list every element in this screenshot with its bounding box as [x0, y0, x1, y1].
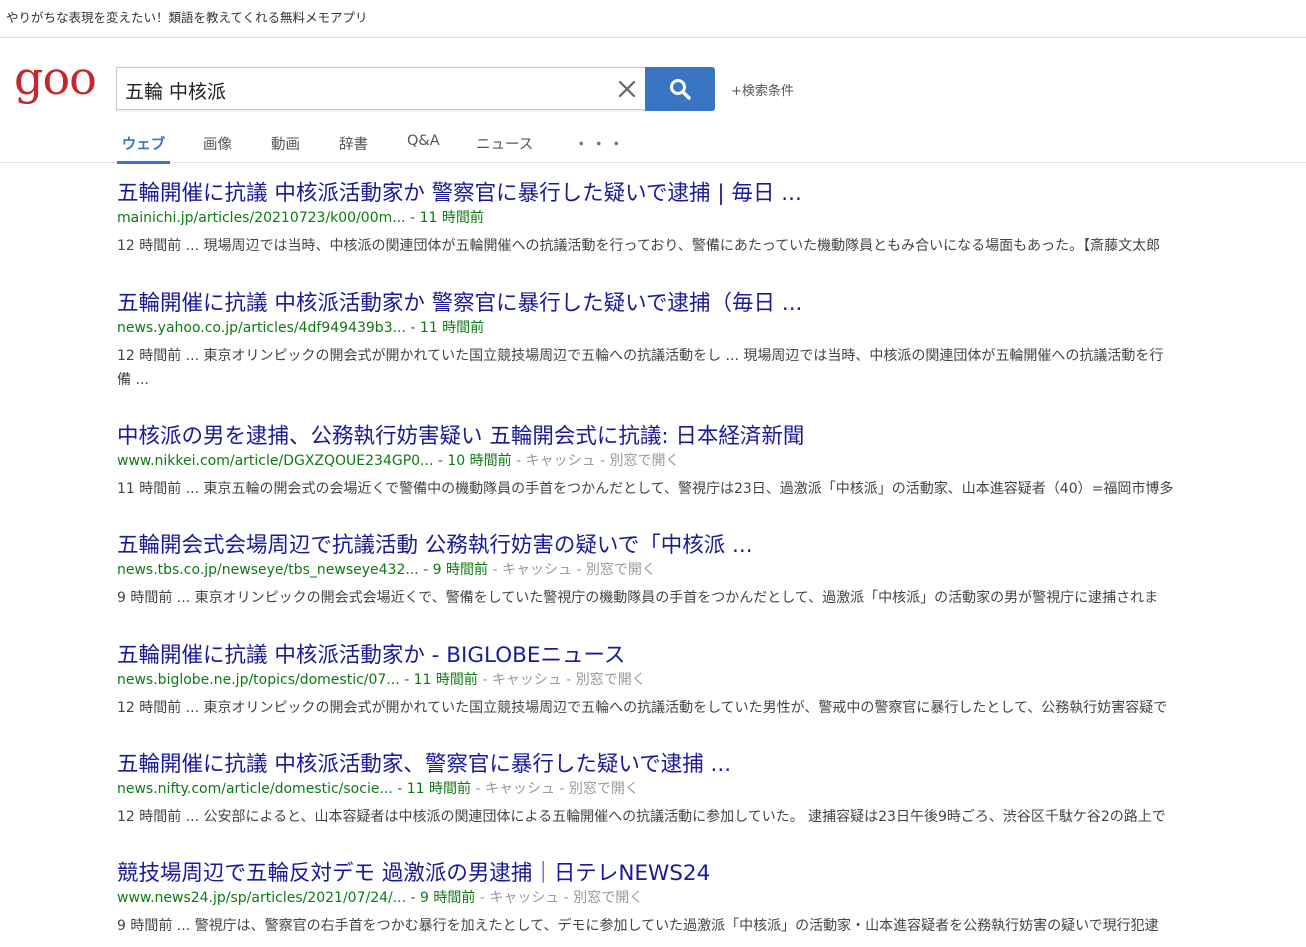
- top-bar: やりがちな表現を変えたい！類語を教えてくれる無料メモアプリ: [0, 0, 1306, 38]
- advanced-search-link[interactable]: +検索条件: [731, 80, 794, 99]
- result-url-line: news.tbs.co.jp/newseye/tbs_newseye432...…: [117, 560, 1306, 582]
- result-snippet: 9 時間前 ... 警視庁は、警察官の右手首をつかむ暴行を加えたとして、デモに参…: [117, 914, 1306, 938]
- result-age: 9 時間前: [432, 562, 489, 578]
- search-result: 五輪開催に抗議 中核派活動家、警察官に暴行した疑いで逮捕 ... news.ni…: [117, 751, 1306, 829]
- result-age: 11 時間前: [406, 781, 472, 797]
- result-age: 9 時間前: [420, 890, 476, 906]
- result-snippet-line: 12 時間前 ... 現場周辺では当時、中核派の関連団体が五輪開催への抗議活動を…: [117, 238, 1161, 254]
- result-title[interactable]: 五輪開催に抗議 中核派活動家か 警察官に暴行した疑いで逮捕（毎日 ...: [117, 290, 1306, 318]
- result-url-line: news.nifty.com/article/domestic/socie...…: [117, 779, 1306, 801]
- result-title[interactable]: 五輪開催に抗議 中核派活動家、警察官に暴行した疑いで逮捕 ...: [117, 751, 1306, 779]
- result-url: www.nikkei.com/article/DGXZQOUE234GP0...: [117, 453, 434, 469]
- search-result: 競技場周辺で五輪反対デモ 過激派の男逮捕｜日テレNEWS24 www.news2…: [117, 860, 1306, 938]
- result-snippet-line: 9 時間前 ... 警視庁は、警察官の右手首をつかむ暴行を加えたとして、デモに参…: [117, 918, 1159, 934]
- tab-qa[interactable]: Q&A: [407, 133, 440, 161]
- result-url-line: news.biglobe.ne.jp/topics/domestic/07...…: [117, 670, 1306, 692]
- result-title[interactable]: 五輪開催に抗議 中核派活動家か 警察官に暴行した疑いで逮捕 | 毎日 ...: [117, 180, 1306, 208]
- goo-logo[interactable]: goo: [14, 58, 104, 114]
- result-title[interactable]: 競技場周辺で五輪反対デモ 過激派の男逮捕｜日テレNEWS24: [117, 860, 1306, 888]
- result-snippet-line: 12 時間前 ... 東京オリンピックの開会式が開かれていた国立競技場周辺で五輪…: [117, 348, 1164, 364]
- result-url: news.yahoo.co.jp/articles/4df949439b3...: [117, 320, 406, 336]
- search-icon: [670, 79, 691, 100]
- tab-videos[interactable]: 動画: [271, 133, 300, 161]
- result-snippet-line: 12 時間前 ... 東京オリンピックの開会式が開かれていた国立競技場周辺で五輪…: [117, 700, 1168, 716]
- result-title[interactable]: 五輪開会式会場周辺で抗議活動 公務執行妨害の疑いで「中核派 ...: [117, 532, 1306, 560]
- result-url-line: www.nikkei.com/article/DGXZQOUE234GP0...…: [117, 451, 1306, 473]
- result-url: www.news24.jp/sp/articles/2021/07/24/...: [117, 890, 407, 906]
- search-result: 五輪開会式会場周辺で抗議活動 公務執行妨害の疑いで「中核派 ... news.t…: [117, 532, 1306, 610]
- result-cache-links[interactable]: - キャッシュ - 別窓で開く: [475, 890, 643, 906]
- tab-web[interactable]: ウェブ: [117, 133, 170, 164]
- result-snippet: 12 時間前 ... 公安部によると、山本容疑者は中核派の関連団体による五輪開催…: [117, 805, 1306, 829]
- search-input[interactable]: [123, 74, 607, 106]
- search-box: [116, 67, 646, 110]
- search-result: 五輪開催に抗議 中核派活動家か 警察官に暴行した疑いで逮捕 | 毎日 ... m…: [117, 180, 1306, 258]
- result-snippet-line: 11 時間前 ... 東京五輪の開会式の会場近くで警備中の機動隊員の手首をつかん…: [117, 481, 1174, 497]
- tab-dictionary[interactable]: 辞書: [339, 133, 368, 161]
- result-url-line: news.yahoo.co.jp/articles/4df949439b3...…: [117, 318, 1306, 340]
- result-cache-links[interactable]: - キャッシュ - 別窓で開く: [471, 781, 638, 797]
- result-title[interactable]: 中核派の男を逮捕、公務執行妨害疑い 五輪開会式に抗議: 日本経済新聞: [117, 423, 1306, 451]
- tab-images[interactable]: 画像: [203, 133, 232, 161]
- result-url: mainichi.jp/articles/20210723/k00/00m...: [117, 210, 406, 226]
- result-snippet: 9 時間前 ... 東京オリンピックの開会式会場近くで、警備をしていた警視庁の機…: [117, 586, 1306, 610]
- result-snippet: 12 時間前 ... 東京オリンピックの開会式が開かれていた国立競技場周辺で五輪…: [117, 696, 1306, 720]
- clear-icon[interactable]: [614, 76, 640, 102]
- result-separator: -: [405, 320, 420, 336]
- search-result: 五輪開催に抗議 中核派活動家か - BIGLOBEニュース news.biglo…: [117, 642, 1306, 720]
- promo-link[interactable]: やりがちな表現を変えたい！類語を教えてくれる無料メモアプリ: [6, 7, 368, 26]
- result-age: 11 時間前: [413, 672, 478, 688]
- result-age: 11 時間前: [419, 320, 485, 336]
- result-separator: -: [405, 210, 420, 226]
- tab-news[interactable]: ニュース: [476, 133, 533, 161]
- result-url: news.tbs.co.jp/newseye/tbs_newseye432...: [117, 562, 419, 578]
- result-snippet-line: 9 時間前 ... 東京オリンピックの開会式会場近くで、警備をしていた警視庁の機…: [117, 590, 1159, 606]
- result-cache-links[interactable]: - キャッシュ - 別窓で開く: [512, 453, 679, 469]
- result-age: 11 時間前: [419, 210, 484, 226]
- result-separator: -: [399, 672, 414, 688]
- result-snippet-line: 12 時間前 ... 公安部によると、山本容疑者は中核派の関連団体による五輪開催…: [117, 809, 1166, 825]
- result-snippet-line: 備 ...: [117, 372, 149, 388]
- result-age: 10 時間前: [447, 453, 512, 469]
- result-separator: -: [418, 562, 433, 578]
- search-tabs: ウェブ 画像 動画 辞書 Q&A ニュース ・・・: [0, 120, 1306, 164]
- search-result: 五輪開催に抗議 中核派活動家か 警察官に暴行した疑いで逮捕（毎日 ... new…: [117, 290, 1306, 392]
- result-separator: -: [433, 453, 448, 469]
- result-snippet: 12 時間前 ... 東京オリンピックの開会式が開かれていた国立競技場周辺で五輪…: [117, 344, 1306, 392]
- result-url-line: mainichi.jp/articles/20210723/k00/00m...…: [117, 208, 1306, 230]
- result-url: news.nifty.com/article/domestic/socie...: [117, 781, 393, 797]
- result-cache-links[interactable]: - キャッシュ - 別窓で開く: [488, 562, 655, 578]
- result-url: news.biglobe.ne.jp/topics/domestic/07...: [117, 672, 400, 688]
- result-snippet: 12 時間前 ... 現場周辺では当時、中核派の関連団体が五輪開催への抗議活動を…: [117, 234, 1306, 258]
- result-cache-links[interactable]: - キャッシュ - 別窓で開く: [478, 672, 645, 688]
- tab-more[interactable]: ・・・: [574, 133, 627, 161]
- result-title[interactable]: 五輪開催に抗議 中核派活動家か - BIGLOBEニュース: [117, 642, 1306, 670]
- goo-logo-text: goo: [14, 58, 96, 105]
- result-separator: -: [406, 890, 421, 906]
- result-snippet: 11 時間前 ... 東京五輪の開会式の会場近くで警備中の機動隊員の手首をつかん…: [117, 477, 1306, 501]
- result-separator: -: [392, 781, 407, 797]
- result-url-line: www.news24.jp/sp/articles/2021/07/24/...…: [117, 888, 1306, 910]
- search-result: 中核派の男を逮捕、公務執行妨害疑い 五輪開会式に抗議: 日本経済新聞 www.n…: [117, 423, 1306, 501]
- search-button[interactable]: [645, 67, 715, 111]
